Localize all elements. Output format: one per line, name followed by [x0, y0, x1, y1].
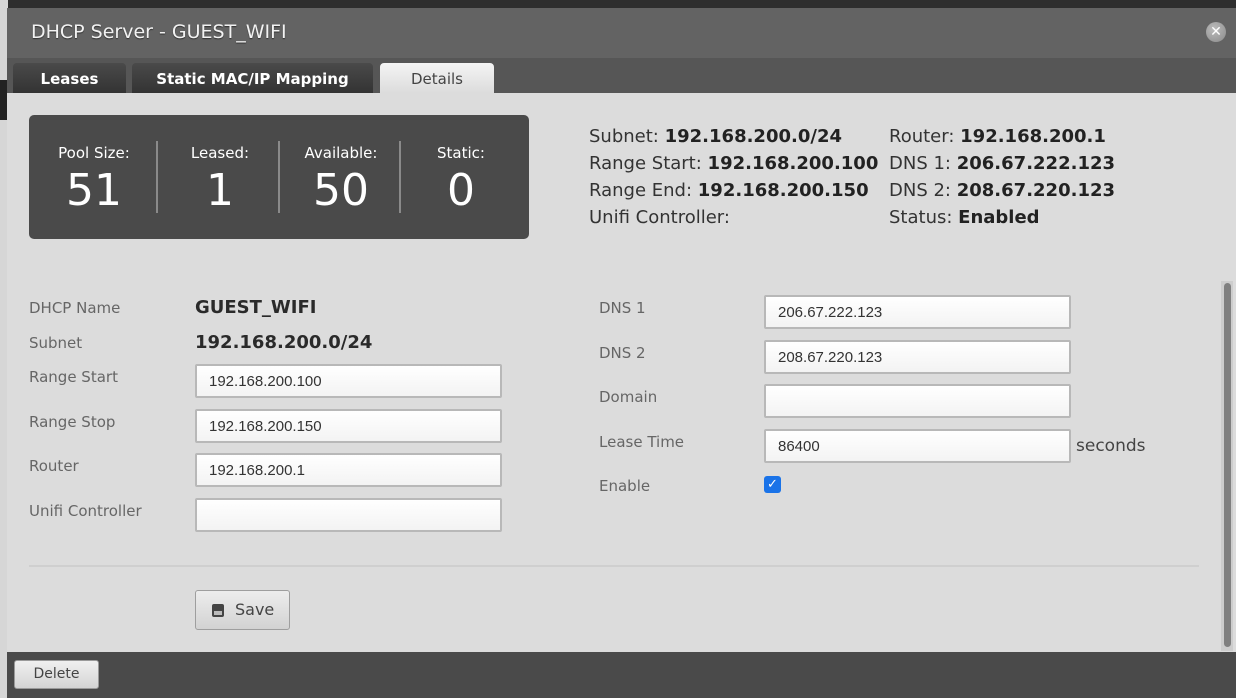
summary-value: 192.168.200.1 — [960, 126, 1106, 147]
stat-label: Leased: — [190, 144, 250, 162]
stat-value: 51 — [66, 165, 122, 216]
dns2-input[interactable] — [764, 340, 1071, 374]
summary-status: Status: Enabled — [889, 204, 1115, 231]
pool-stats: Pool Size: 51 Leased: 1 Available: 50 St… — [29, 115, 529, 239]
scrollbar-thumb[interactable] — [1224, 283, 1231, 647]
stat-label: Static: — [437, 144, 485, 162]
lease-time-unit: seconds — [1076, 436, 1146, 456]
stat-value: 0 — [447, 165, 475, 216]
router-label: Router — [29, 457, 79, 475]
summary-label: Status: — [889, 207, 953, 228]
range-start-input[interactable] — [195, 364, 502, 398]
stat-divider — [278, 141, 280, 213]
summary-range-end: Range End: 192.168.200.150 — [589, 177, 878, 204]
dialog-titlebar: DHCP Server - GUEST_WIFI ✕ — [7, 8, 1236, 58]
tab-details[interactable]: Details — [380, 63, 494, 93]
stat-static: Static: 0 — [401, 115, 521, 239]
summary-left: Subnet: 192.168.200.0/24 Range Start: 19… — [589, 123, 878, 231]
stat-divider — [156, 141, 158, 213]
summary-range-start: Range Start: 192.168.200.100 — [589, 150, 878, 177]
domain-input[interactable] — [764, 384, 1071, 418]
stat-label: Pool Size: — [58, 144, 130, 162]
lease-time-input[interactable] — [764, 429, 1071, 463]
summary-router: Router: 192.168.200.1 — [889, 123, 1115, 150]
form-divider — [29, 565, 1199, 567]
dns1-label: DNS 1 — [599, 299, 646, 317]
summary-label: Unifi Controller: — [589, 207, 730, 228]
lease-time-label: Lease Time — [599, 433, 685, 451]
summary-value: 208.67.220.123 — [956, 180, 1116, 201]
tab-leases[interactable]: Leases — [13, 63, 126, 93]
summary-label: Range Start: — [589, 153, 702, 174]
summary-label: Range End: — [589, 180, 693, 201]
summary-value: Enabled — [958, 207, 1040, 228]
domain-label: Domain — [599, 388, 658, 406]
vertical-scrollbar[interactable] — [1221, 281, 1233, 651]
save-button[interactable]: Save — [195, 590, 290, 630]
summary-right: Router: 192.168.200.1 DNS 1: 206.67.222.… — [889, 123, 1115, 231]
stat-leased: Leased: 1 — [159, 115, 281, 239]
enable-label: Enable — [599, 477, 651, 495]
dhcp-name-value: GUEST_WIFI — [195, 297, 317, 318]
range-stop-label: Range Stop — [29, 413, 116, 431]
stat-pool-size: Pool Size: 51 — [29, 115, 159, 239]
range-stop-input[interactable] — [195, 409, 502, 443]
summary-value: 192.168.200.0/24 — [664, 126, 842, 147]
dhcp-name-label: DHCP Name — [29, 299, 121, 317]
summary-dns2: DNS 2: 208.67.220.123 — [889, 177, 1115, 204]
close-icon[interactable]: ✕ — [1206, 22, 1226, 42]
save-button-label: Save — [235, 600, 275, 619]
stat-available: Available: 50 — [281, 115, 401, 239]
dhcp-server-dialog: DHCP Server - GUEST_WIFI ✕ Leases Static… — [7, 8, 1236, 698]
summary-value: 192.168.200.150 — [697, 180, 869, 201]
summary-value: 192.168.200.100 — [707, 153, 879, 174]
range-start-label: Range Start — [29, 368, 118, 386]
delete-button[interactable]: Delete — [14, 660, 99, 689]
dialog-title: DHCP Server - GUEST_WIFI — [31, 21, 287, 43]
dns2-label: DNS 2 — [599, 344, 646, 362]
dns1-input[interactable] — [764, 295, 1071, 329]
summary-subnet: Subnet: 192.168.200.0/24 — [589, 123, 878, 150]
stat-label: Available: — [304, 144, 378, 162]
router-input[interactable] — [195, 453, 502, 487]
summary-label: DNS 1: — [889, 153, 951, 174]
dialog-footer: Delete — [7, 652, 1236, 698]
summary-value: 206.67.222.123 — [956, 153, 1116, 174]
unifi-controller-label: Unifi Controller — [29, 502, 142, 520]
summary-unifi-controller: Unifi Controller: — [589, 204, 878, 231]
tab-bar: Leases Static MAC/IP Mapping Details — [7, 58, 1236, 93]
enable-checkbox[interactable]: ✓ — [764, 476, 781, 493]
summary-dns1: DNS 1: 206.67.222.123 — [889, 150, 1115, 177]
tab-static-mac-ip-mapping[interactable]: Static MAC/IP Mapping — [132, 63, 373, 93]
subnet-label: Subnet — [29, 334, 83, 352]
summary-label: DNS 2: — [889, 180, 951, 201]
save-icon — [212, 604, 224, 617]
subnet-value: 192.168.200.0/24 — [195, 332, 373, 353]
summary-label: Subnet: — [589, 126, 659, 147]
stat-value: 50 — [313, 165, 369, 216]
stat-value: 1 — [206, 165, 234, 216]
summary-label: Router: — [889, 126, 955, 147]
details-panel: Pool Size: 51 Leased: 1 Available: 50 St… — [7, 93, 1236, 652]
unifi-controller-input[interactable] — [195, 498, 502, 532]
